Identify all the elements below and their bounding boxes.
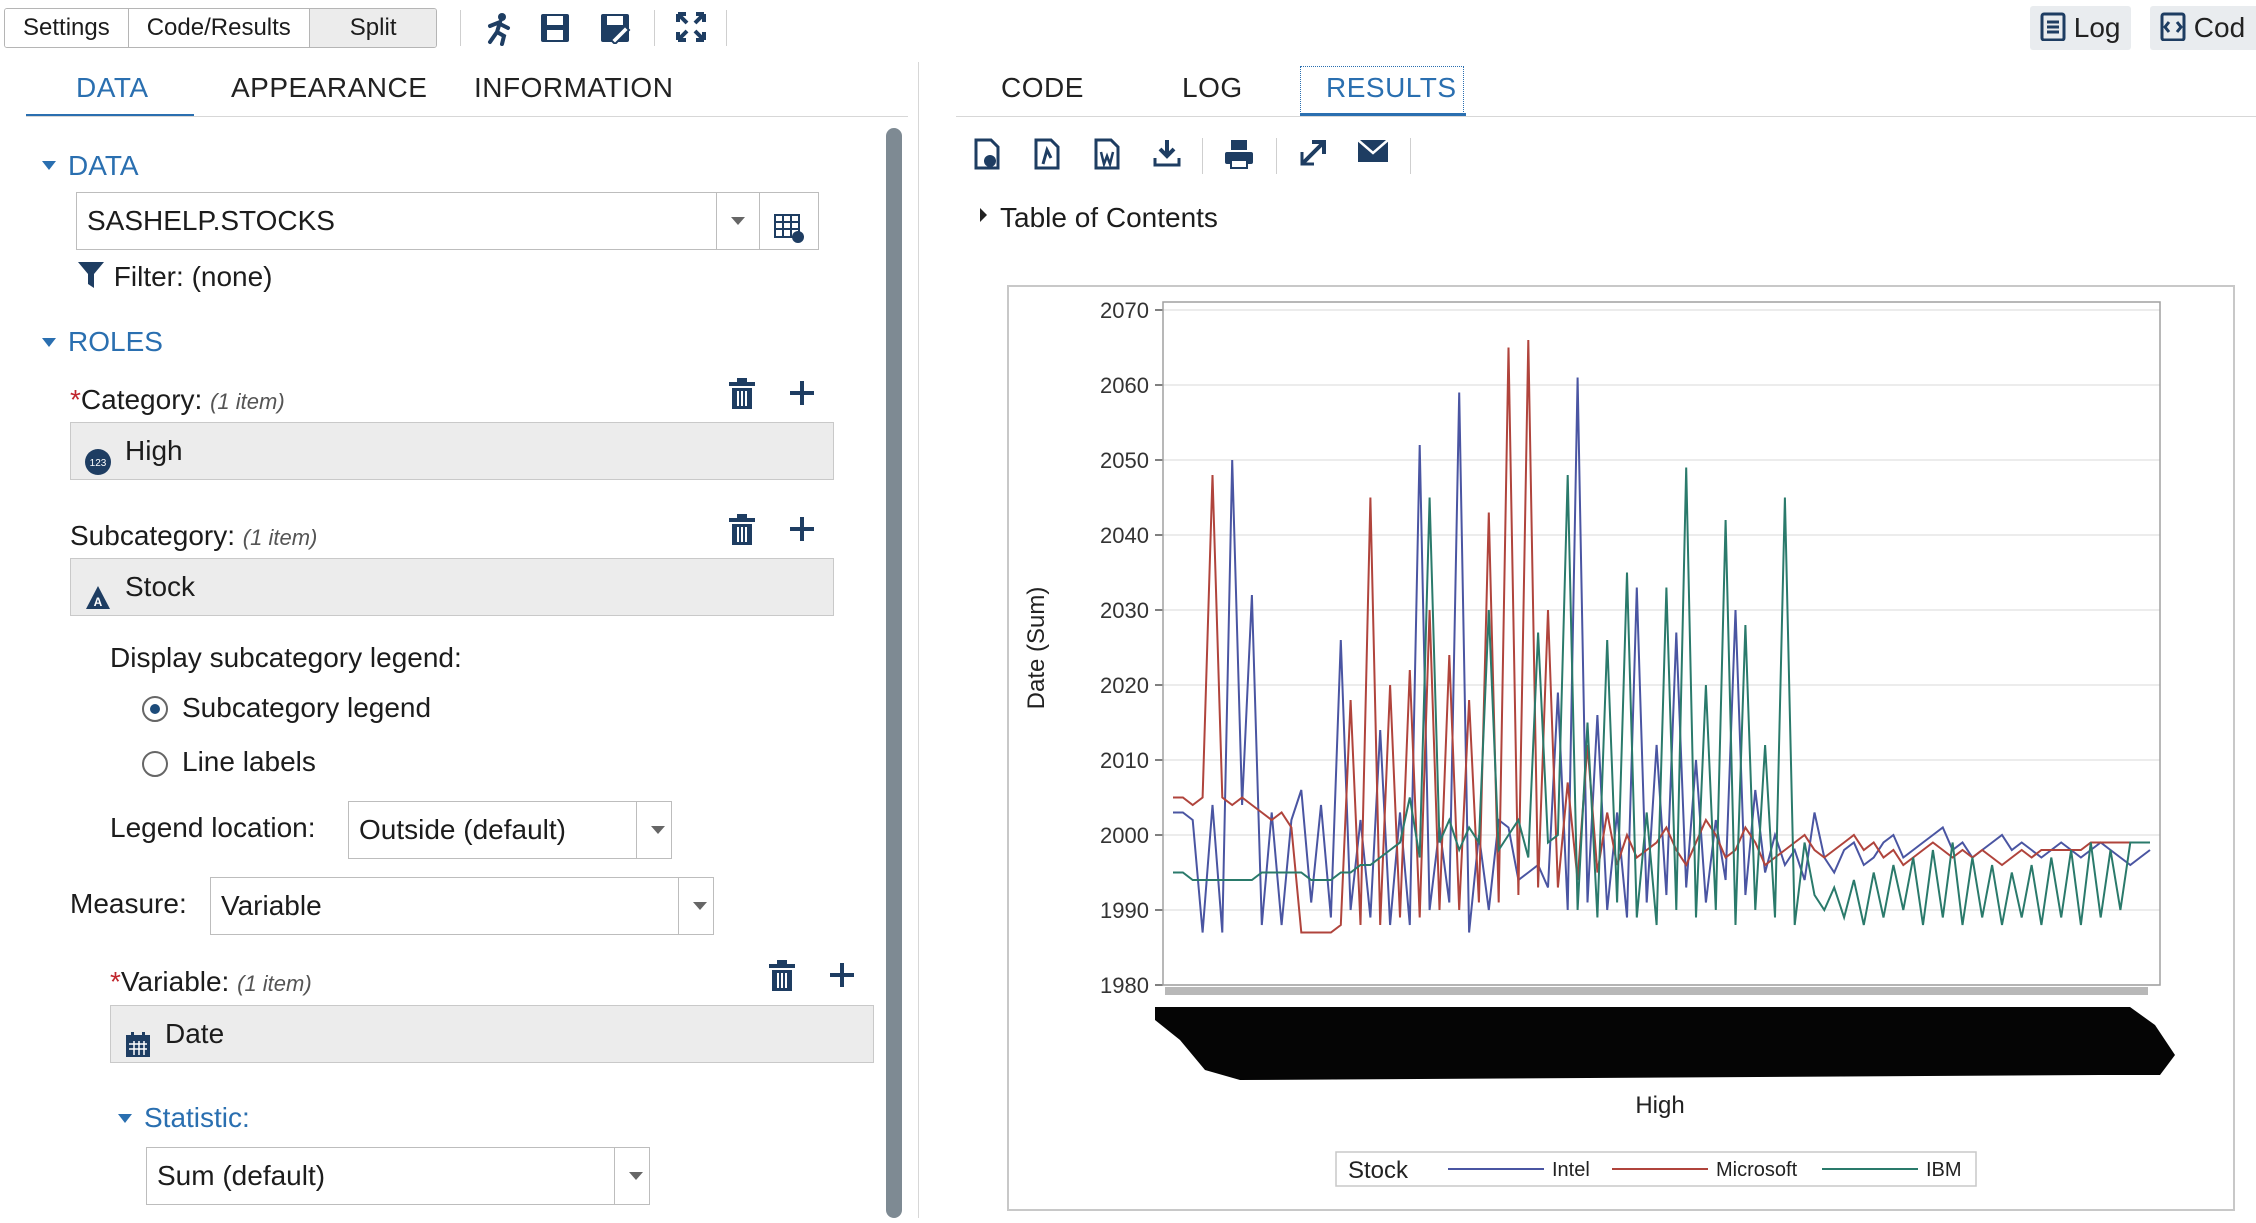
left-pane-scrollbar[interactable]: [886, 128, 902, 1218]
legend-title: Stock: [1348, 1157, 1409, 1184]
toolbar-divider: [1202, 138, 1203, 174]
subcategory-label: Subcategory: (1 item): [70, 520, 318, 551]
settings-tab-button[interactable]: Settings: [5, 9, 129, 47]
delete-category-icon[interactable]: [728, 378, 756, 417]
numeric-icon: 123: [85, 438, 111, 475]
roles-section-header[interactable]: ROLES: [68, 326, 163, 358]
category-slot[interactable]: 123 High: [70, 422, 834, 480]
data-section-header[interactable]: DATA: [68, 150, 139, 182]
tab-appearance[interactable]: APPEARANCE: [231, 72, 427, 104]
statistic-section-header[interactable]: Statistic:: [144, 1102, 250, 1134]
save-as-icon[interactable]: [598, 12, 632, 46]
html-output-icon[interactable]: [970, 138, 1004, 172]
measure-select[interactable]: Variable: [210, 877, 714, 935]
tab-log[interactable]: LOG: [1182, 72, 1243, 104]
toc-expand-icon[interactable]: [980, 208, 987, 222]
table-icon: [774, 207, 804, 263]
tabs-divider: [26, 116, 908, 117]
line-chart-svg: 1980 1990 2000 2010 2020 2030 2040 2050 2060 2070…: [1007, 285, 2235, 1211]
subcategory-slot[interactable]: A Stock: [70, 558, 834, 616]
legend-location-select[interactable]: Outside (default): [348, 801, 672, 859]
toolbar-divider: [1276, 138, 1277, 174]
line-labels-option[interactable]: Line labels: [182, 746, 316, 778]
print-icon[interactable]: [1222, 138, 1256, 172]
split-tab-button[interactable]: Split: [309, 9, 437, 47]
save-icon[interactable]: [538, 12, 572, 46]
view-mode-toggle: Settings Code/Results Split: [4, 8, 438, 48]
pane-splitter[interactable]: [918, 62, 919, 1218]
y-tick-label: 2030: [1100, 598, 1149, 623]
table-of-contents-link[interactable]: Table of Contents: [1000, 202, 1218, 234]
legend-label-intel: Intel: [1552, 1159, 1590, 1181]
results-chart: 1980 1990 2000 2010 2020 2030 2040 2050 2060 2070…: [980, 280, 2244, 1218]
collapse-statistic-icon[interactable]: [118, 1114, 132, 1123]
y-tick-label: 2070: [1100, 298, 1149, 323]
y-tick-label: 2060: [1100, 373, 1149, 398]
add-category-icon[interactable]: [788, 378, 816, 414]
y-axis-label: Date (Sum): [1023, 587, 1050, 710]
x-tick-band: [1165, 987, 2148, 995]
code-icon: [2160, 10, 2186, 42]
svg-text:123: 123: [90, 458, 107, 469]
results-tab-focus-ring: [1300, 66, 1464, 114]
svg-text:A: A: [94, 595, 103, 609]
x-axis-label: High: [1635, 1092, 1684, 1119]
delete-subcategory-icon[interactable]: [728, 514, 756, 553]
variable-label: *Variable: (1 item): [110, 966, 312, 997]
legend-label-microsoft: Microsoft: [1716, 1159, 1798, 1181]
chevron-down-icon[interactable]: [678, 878, 713, 934]
x-tick-labels-overlapping: [1155, 1007, 2175, 1080]
log-button[interactable]: Log: [2030, 6, 2131, 50]
toolbar-divider: [726, 10, 727, 46]
y-tick-label: 2010: [1100, 748, 1149, 773]
add-subcategory-icon[interactable]: [788, 514, 816, 550]
table-select-button[interactable]: [759, 192, 819, 250]
log-icon: [2040, 10, 2066, 42]
collapse-roles-icon[interactable]: [42, 338, 56, 347]
y-tick-label: 2020: [1100, 673, 1149, 698]
tab-data[interactable]: DATA: [76, 72, 149, 104]
chevron-down-icon[interactable]: [636, 802, 671, 858]
line-labels-radio[interactable]: [142, 751, 168, 777]
measure-label: Measure:: [70, 888, 187, 919]
filter-row[interactable]: Filter: (none): [76, 260, 273, 293]
add-variable-icon[interactable]: [828, 960, 856, 996]
category-label: *Category: (1 item): [70, 384, 285, 415]
maximize-icon[interactable]: [674, 12, 708, 46]
variable-slot[interactable]: Date: [110, 1005, 874, 1063]
filter-icon: [76, 260, 106, 290]
pdf-output-icon[interactable]: [1030, 138, 1064, 172]
run-icon[interactable]: [480, 12, 514, 46]
tabs-divider: [956, 116, 2256, 117]
open-in-new-window-icon[interactable]: [1296, 138, 1330, 172]
y-tick-label: 1980: [1100, 973, 1149, 998]
legend-label-ibm: IBM: [1926, 1159, 1962, 1181]
toolbar-divider: [1410, 138, 1411, 174]
tab-information[interactable]: INFORMATION: [474, 72, 673, 104]
word-output-icon[interactable]: [1090, 138, 1124, 172]
calendar-icon: [125, 1021, 151, 1057]
subcategory-legend-radio[interactable]: [142, 696, 168, 722]
toolbar-divider: [654, 10, 655, 46]
tab-code[interactable]: CODE: [1001, 72, 1084, 104]
download-icon[interactable]: [1150, 138, 1184, 172]
code-button[interactable]: Cod: [2150, 6, 2256, 50]
legend-location-label: Legend location:: [110, 812, 316, 843]
y-tick-label: 2040: [1100, 523, 1149, 548]
chevron-down-icon[interactable]: [614, 1148, 649, 1204]
y-tick-label: 2000: [1100, 823, 1149, 848]
y-tick-label: 1990: [1100, 898, 1149, 923]
code-results-tab-button[interactable]: Code/Results: [128, 9, 310, 47]
y-tick-label: 2050: [1100, 448, 1149, 473]
dataset-select[interactable]: SASHELP.STOCKS: [76, 192, 760, 250]
toolbar-divider: [460, 10, 461, 46]
character-icon: A: [85, 574, 111, 609]
email-icon[interactable]: [1356, 138, 1390, 172]
collapse-data-icon[interactable]: [42, 161, 56, 170]
chevron-down-icon[interactable]: [716, 193, 759, 249]
subcategory-legend-option[interactable]: Subcategory legend: [182, 692, 431, 724]
statistic-select[interactable]: Sum (default): [146, 1147, 650, 1205]
delete-variable-icon[interactable]: [768, 960, 796, 999]
legend-display-label: Display subcategory legend:: [110, 642, 462, 673]
